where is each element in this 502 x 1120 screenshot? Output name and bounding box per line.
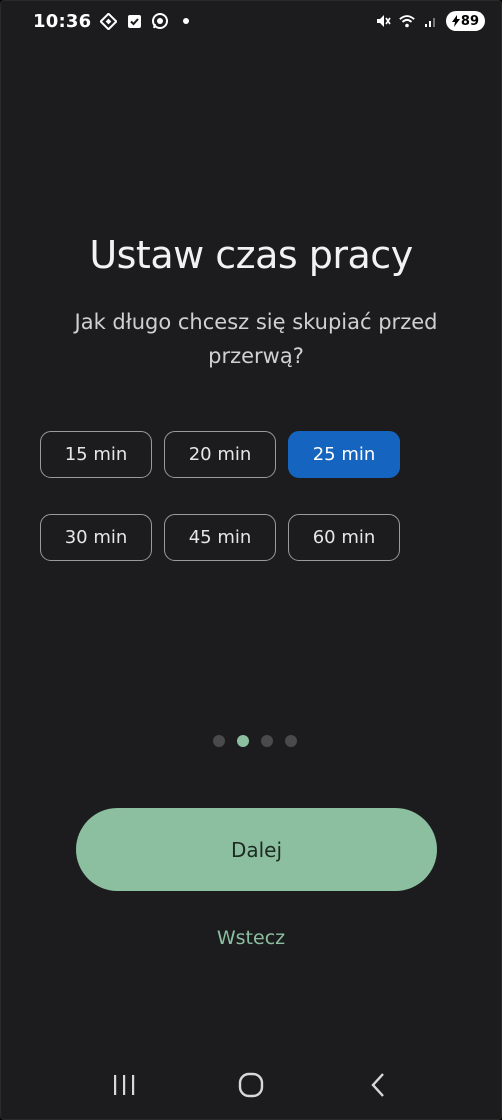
page-dot-4 (285, 735, 297, 747)
battery-level: 89 (460, 13, 479, 29)
option-20-min[interactable]: 20 min (164, 431, 276, 478)
recent-apps-icon[interactable] (104, 1065, 144, 1105)
option-25-min[interactable]: 25 min (288, 431, 400, 478)
whatsapp-icon (151, 12, 169, 30)
option-60-min[interactable]: 60 min (288, 514, 400, 561)
page-indicator (213, 735, 297, 747)
status-left: 10:36 (33, 11, 195, 32)
status-time: 10:36 (33, 10, 92, 32)
onboarding-screen: 10:36 89 Ustaw czas pracy Jak długo chce… (0, 0, 502, 1120)
charging-bolt-icon (451, 15, 460, 27)
home-icon[interactable] (231, 1065, 271, 1105)
option-30-min[interactable]: 30 min (40, 514, 152, 561)
back-button[interactable]: Wstecz (1, 927, 501, 949)
page-dot-2 (237, 735, 249, 747)
page-dot-1 (213, 735, 225, 747)
status-bar: 10:36 89 (1, 1, 501, 41)
mute-icon (374, 12, 392, 30)
signal-icon (422, 12, 440, 30)
page-subtitle: Jak długo chcesz się skupiać przed przer… (74, 310, 438, 368)
wifi-icon (398, 12, 416, 30)
app-notification-icon (99, 12, 117, 30)
more-notifications-dot-icon (177, 12, 195, 30)
option-15-min[interactable]: 15 min (40, 431, 152, 478)
option-45-min[interactable]: 45 min (164, 514, 276, 561)
page-dot-3 (261, 735, 273, 747)
page-title: Ustaw czas pracy (89, 233, 413, 277)
status-right: 89 (374, 11, 485, 31)
back-nav-icon[interactable] (358, 1065, 398, 1105)
checkbox-notification-icon (125, 12, 143, 30)
next-button[interactable]: Dalej (76, 808, 437, 891)
system-nav-bar (1, 1057, 501, 1113)
battery-indicator: 89 (445, 11, 485, 31)
